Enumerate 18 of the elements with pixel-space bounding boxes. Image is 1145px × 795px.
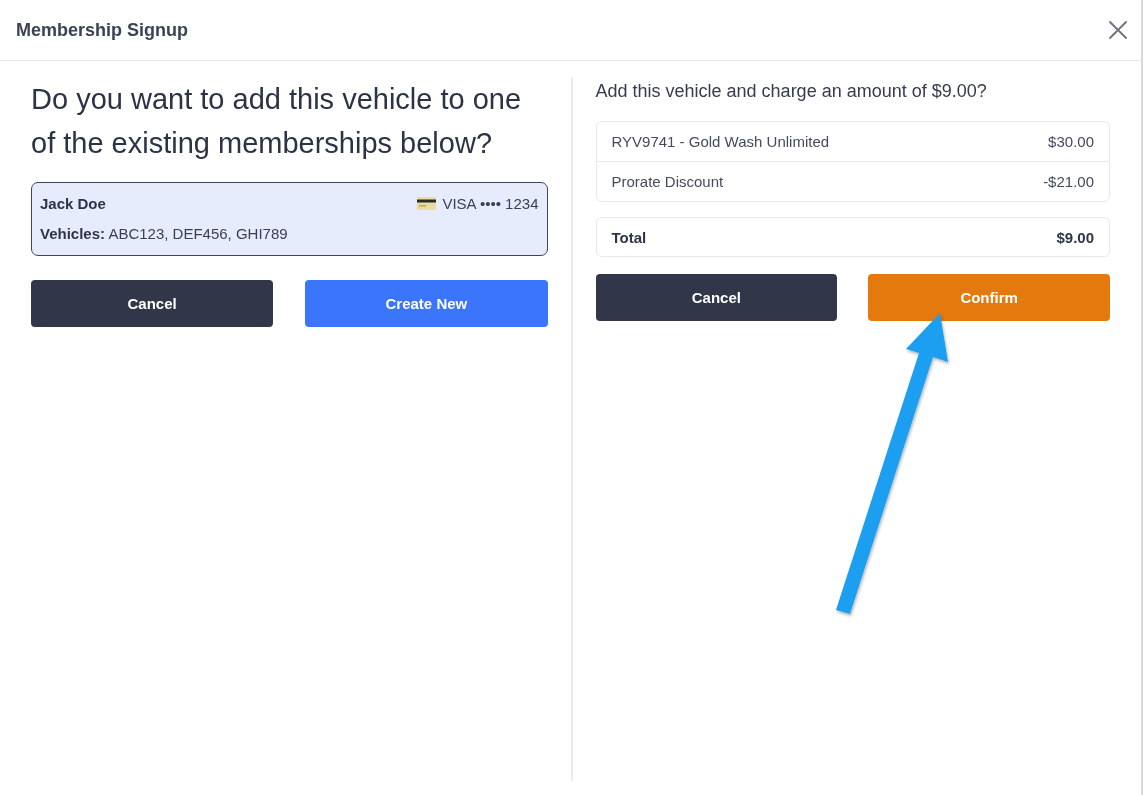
line-item-amount: -$21.00 xyxy=(1043,173,1094,190)
cancel-button[interactable]: Cancel xyxy=(31,280,274,327)
total-amount: $9.00 xyxy=(1056,228,1094,246)
membership-card[interactable]: Jack Doe VISA •••• 1234 Vehicles: ABC123, DEF456, GHI789 xyxy=(31,182,548,256)
charge-question: Add this vehicle and charge an amount of $9.00? xyxy=(595,80,988,103)
member-name: Jack Doe xyxy=(40,194,106,212)
payment-card-text: VISA •••• 1234 xyxy=(442,194,539,212)
total-label: Total xyxy=(611,228,647,246)
line-item-amount: $30.00 xyxy=(1048,133,1094,150)
credit-card-icon xyxy=(417,196,437,210)
vehicles-text: Vehicles: ABC123, DEF456, GHI789 xyxy=(40,224,288,244)
line-item-label: RYV9741 - Gold Wash Unlimited xyxy=(611,133,830,150)
line-item-label: Prorate Discount xyxy=(611,173,724,190)
create-new-button[interactable]: Create New xyxy=(305,280,548,327)
close-icon[interactable] xyxy=(1109,21,1127,39)
dialog-title: Membership Signup xyxy=(16,19,188,41)
cancel-button[interactable]: Cancel xyxy=(595,274,838,321)
membership-question: Do you want to add this vehicle to one of the existing memberships below? xyxy=(31,82,523,161)
